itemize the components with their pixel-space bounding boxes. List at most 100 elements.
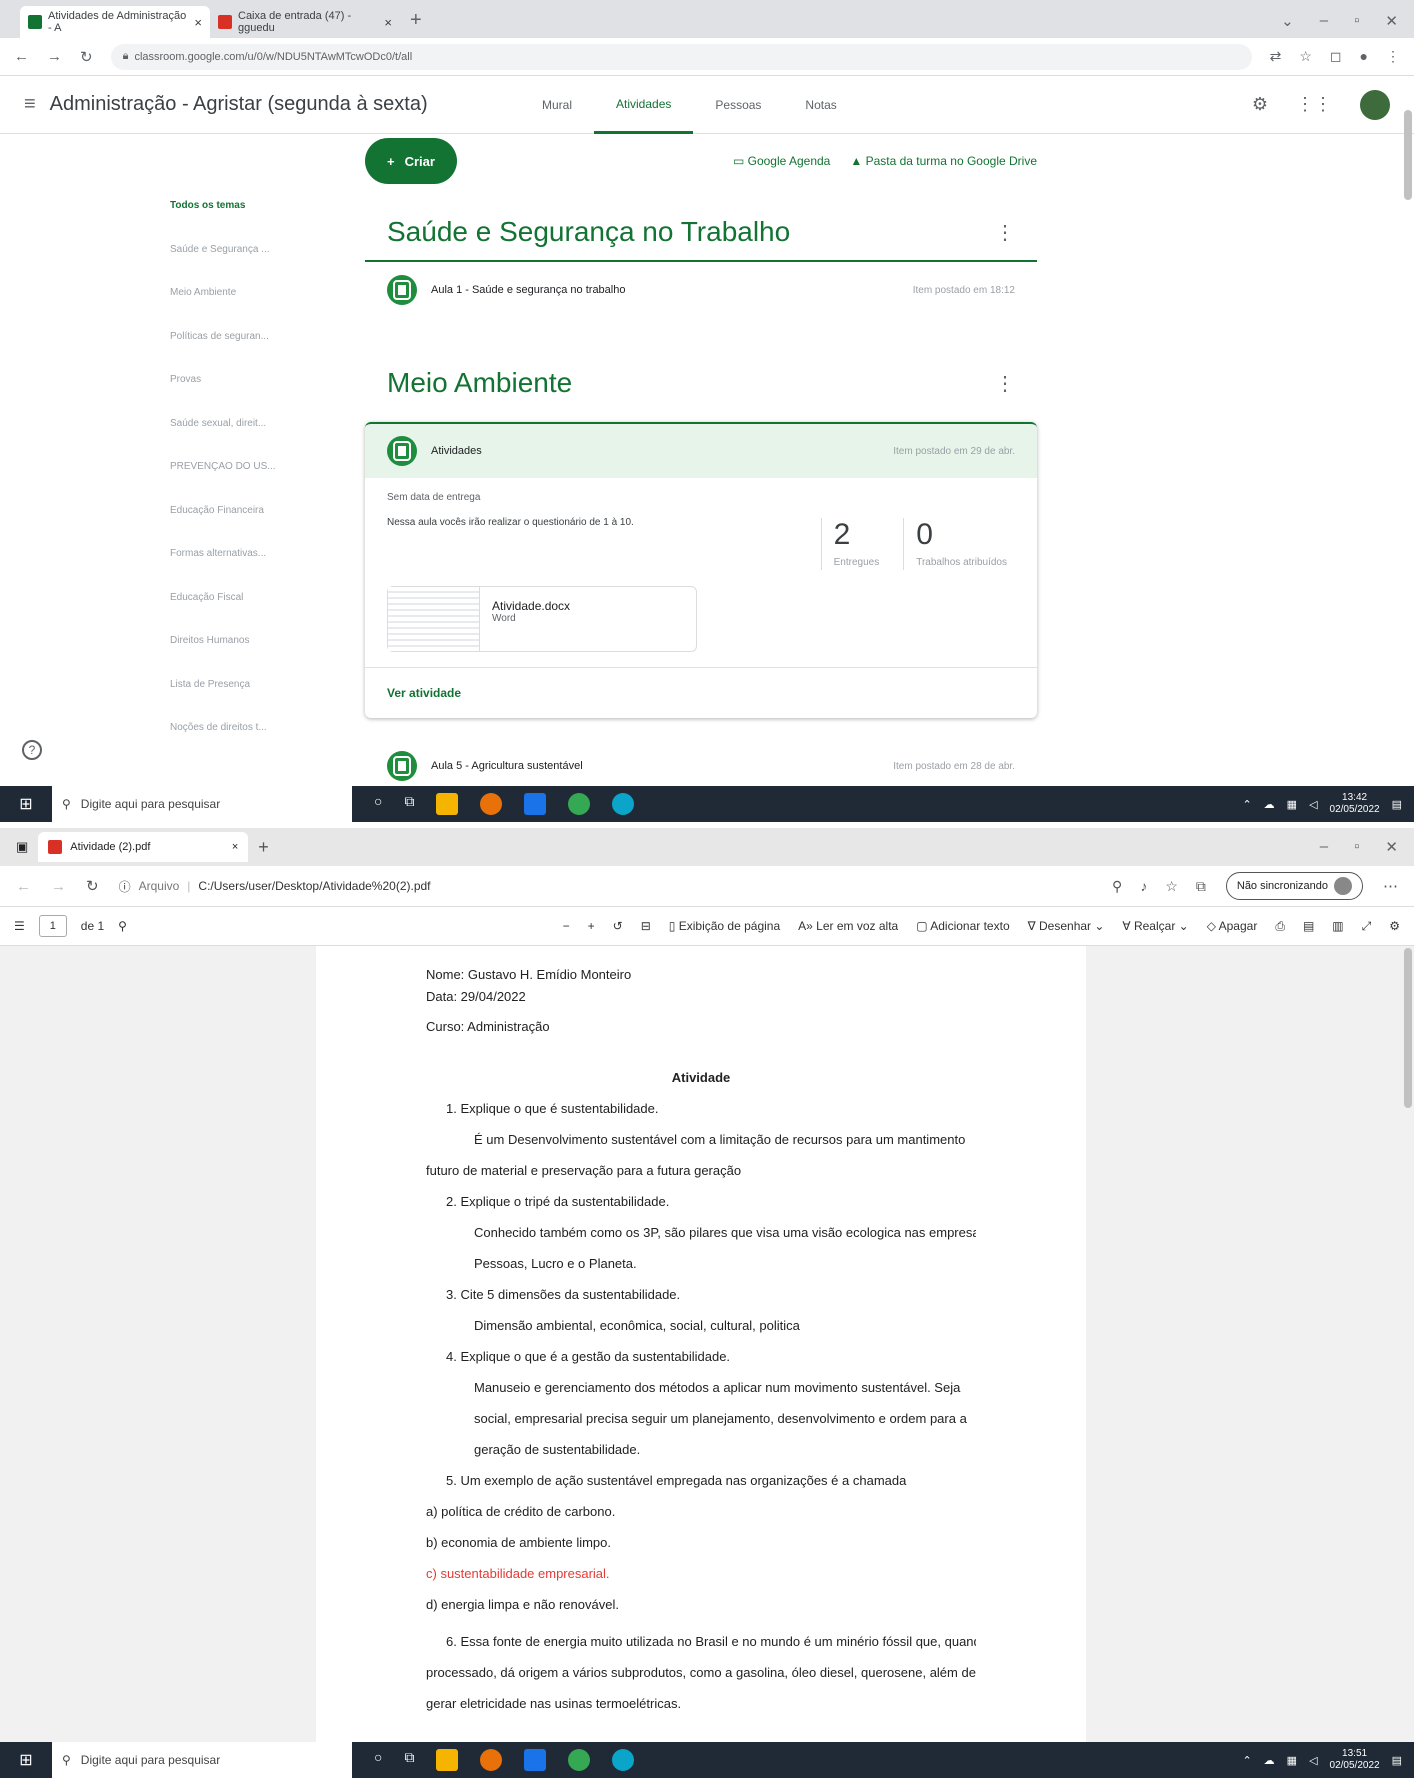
word-icon[interactable] [524,793,547,815]
tab-actions-icon[interactable]: ▣ [16,839,28,855]
word-icon[interactable] [524,1749,547,1771]
minimize-icon[interactable]: – [1320,12,1328,30]
avatar[interactable] [1360,89,1390,120]
collections-icon[interactable]: ⧉ [1196,878,1206,895]
windows-start-icon[interactable]: ⊞ [0,794,52,814]
chrome-tab-classroom[interactable]: Atividades de Administração - A × [20,6,210,38]
topic-item[interactable]: Educação Fiscal [170,592,310,636]
more-options-icon[interactable]: ⋮ [995,220,1015,245]
save-as-icon[interactable]: ▥ [1332,919,1343,933]
settings-icon[interactable]: ⚙ [1252,94,1268,115]
scrollbar[interactable] [1404,948,1412,1108]
tab-notas[interactable]: Notas [783,76,858,134]
network-icon[interactable]: ▦ [1287,798,1297,811]
classwork-item[interactable]: Aula 1 - Saúde e segurança no trabalho I… [365,262,1037,318]
zoom-icon[interactable]: ⚲ [1112,878,1122,895]
card-header[interactable]: Atividades Item postado em 29 de abr. [365,422,1037,478]
address-bar[interactable]: 🔒︎ classroom.google.com/u/0/w/NDU5NTAwMT… [110,43,1252,70]
tab-pessoas[interactable]: Pessoas [693,76,783,134]
star-icon[interactable]: ☆ [1299,48,1312,65]
topic-item[interactable]: Formas alternativas... [170,548,310,592]
read-aloud-icon[interactable]: ♪ [1140,878,1147,895]
attachment-chip[interactable]: Atividade.docx Word [387,586,697,652]
firefox-icon[interactable] [480,1749,503,1771]
topic-item[interactable]: Políticas de seguran... [170,331,310,375]
chrome-icon[interactable] [568,793,591,815]
read-aloud-button[interactable]: A» Ler em voz alta [798,919,898,933]
address-bar[interactable]: ⓘ Arquivo | C:/Users/user/Desktop/Ativid… [119,878,1092,895]
zoom-out-icon[interactable]: − [563,919,570,933]
view-assignment-link[interactable]: Ver atividade [365,668,1037,718]
forward-icon[interactable]: → [51,878,66,895]
cloud-icon[interactable]: ☁ [1264,798,1275,811]
page-view-button[interactable]: ▯ Exibição de página [669,919,780,933]
taskbar-search[interactable]: ⚲ Digite aqui para pesquisar [52,1742,352,1778]
save-icon[interactable]: ▤ [1303,919,1314,933]
topic-item[interactable]: Saúde e Segurança ... [170,244,310,288]
chevron-up-icon[interactable]: ⌃ [1242,1754,1251,1767]
back-icon[interactable]: ← [14,48,29,65]
maximize-icon[interactable]: ▫ [1354,12,1359,30]
taskbar-search[interactable]: ⚲ Digite aqui para pesquisar [52,786,352,822]
volume-icon[interactable]: ◁ [1309,798,1317,811]
extensions-icon[interactable]: ◻ [1330,48,1342,65]
edge-icon[interactable] [612,1749,635,1771]
turned-in-stat[interactable]: 2 Entregues [820,518,879,570]
tab-mural[interactable]: Mural [520,76,594,134]
topic-item[interactable]: PREVENÇÃO DO US... [170,461,310,505]
minimize-icon[interactable]: – [1320,838,1328,856]
close-icon[interactable]: ✕ [1385,838,1398,856]
notification-icon[interactable]: ▤ [1392,798,1402,811]
cortana-icon[interactable]: ○ [374,793,382,815]
highlight-button[interactable]: ∀ Realçar ⌄ [1122,919,1188,933]
volume-icon[interactable]: ◁ [1309,1754,1317,1767]
print-icon[interactable]: ⎙ [1275,919,1285,934]
sync-button[interactable]: Não sincronizando [1225,872,1363,900]
tab-atividades[interactable]: Atividades [594,76,694,134]
reload-icon[interactable]: ↻ [86,877,99,895]
file-explorer-icon[interactable] [436,1749,459,1771]
favorites-icon[interactable]: ☆ [1165,878,1178,895]
chevron-down-icon[interactable]: ⌄ [1281,12,1294,30]
help-icon[interactable]: ? [22,740,42,760]
drive-link[interactable]: ▲ Pasta da turma no Google Drive [850,154,1037,168]
scrollbar[interactable] [1404,110,1412,200]
find-icon[interactable]: ⚲ [118,919,127,933]
file-explorer-icon[interactable] [436,793,459,815]
rotate-icon[interactable]: ↺ [613,919,623,933]
create-button[interactable]: + Criar [365,138,457,184]
clock[interactable]: 13:51 02/05/2022 [1330,1748,1380,1772]
settings-icon[interactable]: ⚙ [1389,919,1400,933]
more-icon[interactable]: ⋮ [1386,48,1400,65]
forward-icon[interactable]: → [47,48,62,65]
close-tab-icon[interactable]: × [384,15,392,30]
topic-item[interactable]: Direitos Humanos [170,635,310,679]
apps-grid-icon[interactable]: ⋮⋮ [1296,94,1332,115]
cloud-icon[interactable]: ☁ [1264,1754,1275,1767]
erase-button[interactable]: ◇ Apagar [1207,919,1258,933]
firefox-icon[interactable] [480,793,503,815]
more-icon[interactable]: ⋯ [1383,877,1398,895]
cortana-icon[interactable]: ○ [374,1749,382,1771]
chrome-icon[interactable] [568,1749,591,1771]
fullscreen-icon[interactable]: ⤢ [1362,919,1372,934]
back-icon[interactable]: ← [16,878,31,895]
add-text-button[interactable]: ▢ Adicionar texto [916,919,1009,933]
draw-button[interactable]: ∇ Desenhar ⌄ [1028,919,1105,933]
more-options-icon[interactable]: ⋮ [995,371,1015,396]
topic-item[interactable]: Meio Ambiente [170,287,310,331]
edge-icon[interactable] [612,793,635,815]
new-tab-icon[interactable]: + [258,837,269,858]
topic-item[interactable]: Saúde sexual, direit... [170,418,310,462]
chevron-up-icon[interactable]: ⌃ [1242,798,1251,811]
chrome-tab-gmail[interactable]: Caixa de entrada (47) - gguedu × [210,6,400,38]
new-tab-icon[interactable]: + [400,9,432,38]
translate-icon[interactable]: ⇄ [1270,48,1282,65]
notification-icon[interactable]: ▤ [1392,1754,1402,1767]
clock[interactable]: 13:42 02/05/2022 [1330,792,1380,816]
assigned-stat[interactable]: 0 Trabalhos atribuídos [903,518,1007,570]
zoom-in-icon[interactable]: + [588,919,595,933]
task-view-icon[interactable]: ⧉ [404,1749,414,1771]
profile-icon[interactable]: ● [1360,48,1368,65]
page-number-input[interactable]: 1 [38,915,67,937]
